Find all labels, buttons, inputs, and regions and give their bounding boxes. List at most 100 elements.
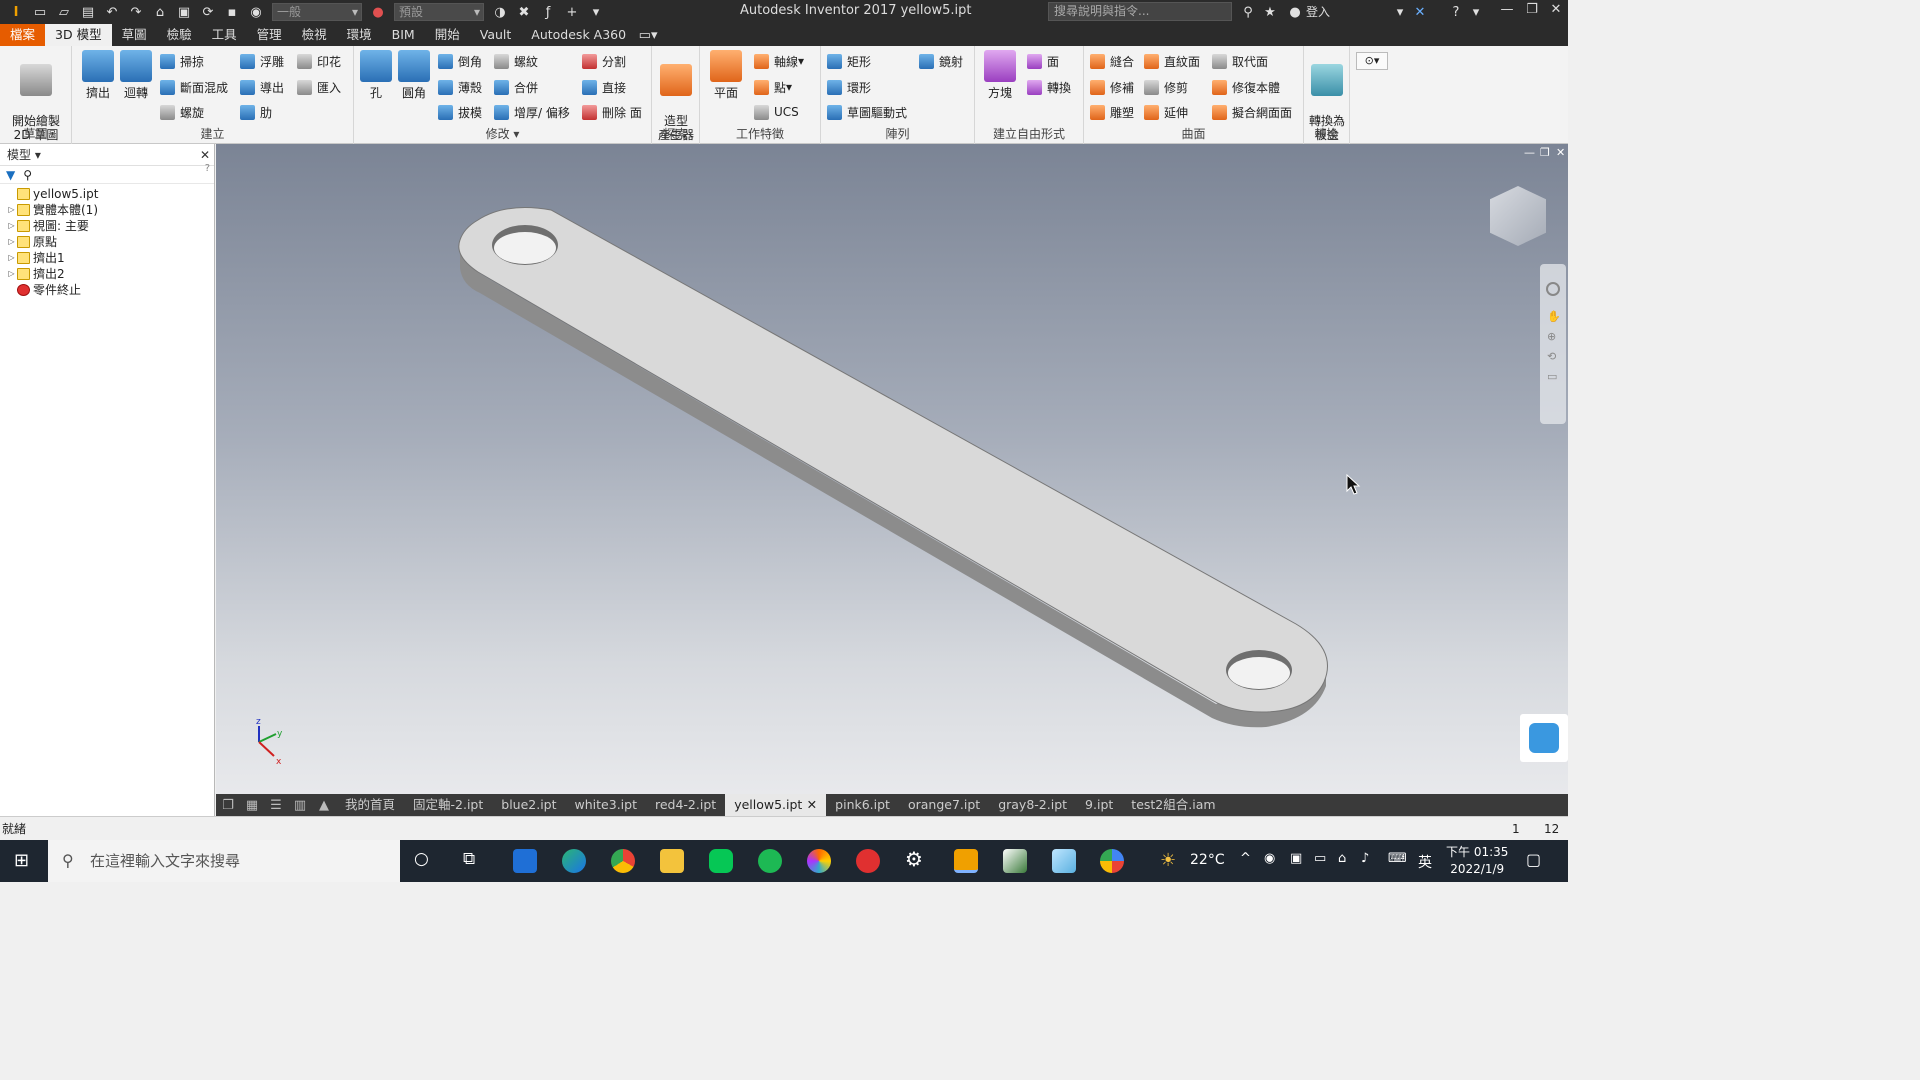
extrude-button[interactable]: 擠出 bbox=[80, 50, 116, 100]
notes-app-icon[interactable] bbox=[1052, 849, 1076, 873]
expand-arrow-icon[interactable]: ▷ bbox=[6, 234, 17, 250]
color-picker-icon[interactable] bbox=[807, 849, 831, 873]
red-app-icon[interactable] bbox=[856, 849, 880, 873]
zoom-icon[interactable]: ⊕ bbox=[1547, 330, 1559, 343]
help-dropdown-icon[interactable]: ▾ bbox=[1467, 3, 1485, 21]
tab-sketch[interactable]: 草圖 bbox=[112, 24, 157, 46]
expand-arrow-icon[interactable]: ▷ bbox=[6, 266, 17, 282]
orbit-icon[interactable]: ⟲ bbox=[1547, 350, 1559, 363]
browser-help-icon[interactable]: ? bbox=[205, 158, 210, 180]
file-explorer-icon[interactable] bbox=[660, 849, 684, 873]
binoculars-icon[interactable]: ⚲ bbox=[1239, 3, 1257, 21]
import-button[interactable]: 匯入 bbox=[297, 77, 341, 97]
save-icon[interactable]: ▤ bbox=[79, 3, 97, 21]
thicken-button[interactable]: 增厚/ 偏移 bbox=[494, 102, 570, 122]
tab-manage[interactable]: 管理 bbox=[247, 24, 292, 46]
tab-environments[interactable]: 環境 bbox=[337, 24, 382, 46]
signin-dropdown-icon[interactable]: ▾ bbox=[1391, 3, 1409, 21]
tab-inspect[interactable]: 檢驗 bbox=[157, 24, 202, 46]
share-view-button[interactable] bbox=[1520, 714, 1568, 762]
tree-node[interactable]: 零件終止 bbox=[0, 282, 214, 298]
notification-icon[interactable]: ▢ bbox=[1526, 850, 1541, 869]
network-icon[interactable]: ⌂ bbox=[1338, 851, 1346, 866]
pan-icon[interactable]: ✋ bbox=[1547, 310, 1561, 323]
delete-face-button[interactable]: 刪除 面 bbox=[582, 102, 642, 122]
star-icon[interactable]: ★ bbox=[1261, 3, 1279, 21]
update-icon[interactable]: ⟳ bbox=[199, 3, 217, 21]
tray-app-icon[interactable]: ▣ bbox=[1290, 851, 1302, 866]
plane-button[interactable]: 平面 bbox=[706, 50, 746, 100]
draft-button[interactable]: 拔模 bbox=[438, 102, 482, 122]
clock[interactable]: 下午 01:35 2022/1/9 bbox=[1446, 844, 1508, 878]
fit-mesh-face-button[interactable]: 擬合網面面 bbox=[1212, 102, 1292, 122]
tree-node[interactable]: ▷ 實體本體(1) bbox=[0, 202, 214, 218]
view-close-icon[interactable]: ✕ bbox=[1556, 146, 1565, 159]
document-tab[interactable]: 9.ipt bbox=[1076, 794, 1122, 816]
adjust-icon[interactable]: ◑ bbox=[491, 3, 509, 21]
document-tab[interactable]: red4-2.ipt bbox=[646, 794, 725, 816]
sculpt-button[interactable]: 雕塑 bbox=[1090, 102, 1134, 122]
ucs-button[interactable]: UCS bbox=[754, 102, 799, 122]
ribbon-customize-dropdown[interactable]: ⊙▾ bbox=[1356, 52, 1388, 70]
document-tab[interactable]: blue2.ipt bbox=[492, 794, 565, 816]
calendar-app-icon[interactable] bbox=[513, 849, 537, 873]
tree-node[interactable]: yellow5.ipt bbox=[0, 186, 214, 202]
volume-icon[interactable]: ♪ bbox=[1361, 851, 1369, 866]
photo-app-icon[interactable] bbox=[1003, 849, 1027, 873]
browser-header[interactable]: 模型 ▾ ✕ ? bbox=[0, 144, 214, 174]
convert-button[interactable]: 轉換 bbox=[1027, 77, 1071, 97]
redo-icon[interactable]: ↷ bbox=[127, 3, 145, 21]
document-tab[interactable]: orange7.ipt bbox=[899, 794, 989, 816]
user-icon[interactable]: ● bbox=[1286, 3, 1304, 21]
axis-button[interactable]: 軸線 ▾ bbox=[754, 51, 804, 71]
tab-list-icon[interactable]: ▲ bbox=[315, 796, 333, 814]
replace-face-button[interactable]: 取代面 bbox=[1212, 51, 1268, 71]
edge-icon[interactable] bbox=[562, 849, 586, 873]
appearance-dropdown[interactable]: 一般 bbox=[272, 3, 362, 21]
repair-bodies-button[interactable]: 修復本體 bbox=[1212, 77, 1280, 97]
tab-tools[interactable]: 工具 bbox=[202, 24, 247, 46]
face-button[interactable]: 面 bbox=[1027, 51, 1059, 71]
taskbar-search-input[interactable]: ⚲ 在這裡輸入文字來搜尋 bbox=[48, 840, 400, 882]
line-icon[interactable] bbox=[709, 849, 733, 873]
mirror-button[interactable]: 鏡射 bbox=[919, 51, 963, 71]
tile-horizontal-icon[interactable]: ☰ bbox=[267, 796, 285, 814]
tab-bim[interactable]: BIM bbox=[382, 24, 425, 46]
tray-expand-icon[interactable]: ^ bbox=[1240, 851, 1251, 866]
tab-get-started[interactable]: 開始 bbox=[425, 24, 470, 46]
point-button[interactable]: 點 ▾ bbox=[754, 77, 792, 97]
document-tab[interactable]: white3.ipt bbox=[566, 794, 646, 816]
tile-icon[interactable]: ▦ bbox=[243, 796, 261, 814]
tile-vertical-icon[interactable]: ▥ bbox=[291, 796, 309, 814]
close-button[interactable]: ✕ bbox=[1546, 2, 1566, 22]
combine-button[interactable]: 合併 bbox=[494, 77, 538, 97]
start-icon[interactable]: ⊞ bbox=[14, 850, 29, 871]
plus-icon[interactable]: + bbox=[563, 3, 581, 21]
sketch-driven-pattern-button[interactable]: 草圖驅動式 bbox=[827, 102, 907, 122]
tray-chrome-icon[interactable]: ◉ bbox=[1264, 851, 1275, 866]
coil-button[interactable]: 螺旋 bbox=[160, 102, 204, 122]
weather-icon[interactable]: ☀ bbox=[1160, 850, 1176, 871]
print-icon[interactable]: ▣ bbox=[175, 3, 193, 21]
tab-vault[interactable]: Vault bbox=[470, 24, 522, 46]
trim-button[interactable]: 修剪 bbox=[1144, 77, 1188, 97]
undo-icon[interactable]: ↶ bbox=[103, 3, 121, 21]
tree-node[interactable]: ▷ 原點 bbox=[0, 234, 214, 250]
select-icon[interactable]: ▪ bbox=[223, 3, 241, 21]
restore-button[interactable]: ❐ bbox=[1522, 2, 1542, 22]
cascade-icon[interactable]: ❐ bbox=[219, 796, 237, 814]
chrome-alt-icon[interactable] bbox=[1100, 849, 1124, 873]
help-icon[interactable]: ? bbox=[1447, 3, 1465, 21]
stitch-button[interactable]: 縫合 bbox=[1090, 51, 1134, 71]
spotify-icon[interactable] bbox=[758, 849, 782, 873]
hole-button[interactable]: 孔 bbox=[358, 50, 394, 100]
emboss-button[interactable]: 浮雕 bbox=[240, 51, 284, 71]
rib-button[interactable]: 肋 bbox=[240, 102, 272, 122]
view-minimize-icon[interactable]: — bbox=[1524, 146, 1535, 159]
new-file-icon[interactable]: ▭ bbox=[31, 3, 49, 21]
loft-button[interactable]: 斷面混成 bbox=[160, 77, 228, 97]
task-view-icon[interactable]: ⧉ bbox=[463, 849, 475, 869]
expand-arrow-icon[interactable]: ▷ bbox=[6, 202, 17, 218]
function-icon[interactable]: ƒ bbox=[539, 3, 557, 21]
panel-title-modify[interactable]: 修改 ▾ bbox=[354, 125, 651, 142]
